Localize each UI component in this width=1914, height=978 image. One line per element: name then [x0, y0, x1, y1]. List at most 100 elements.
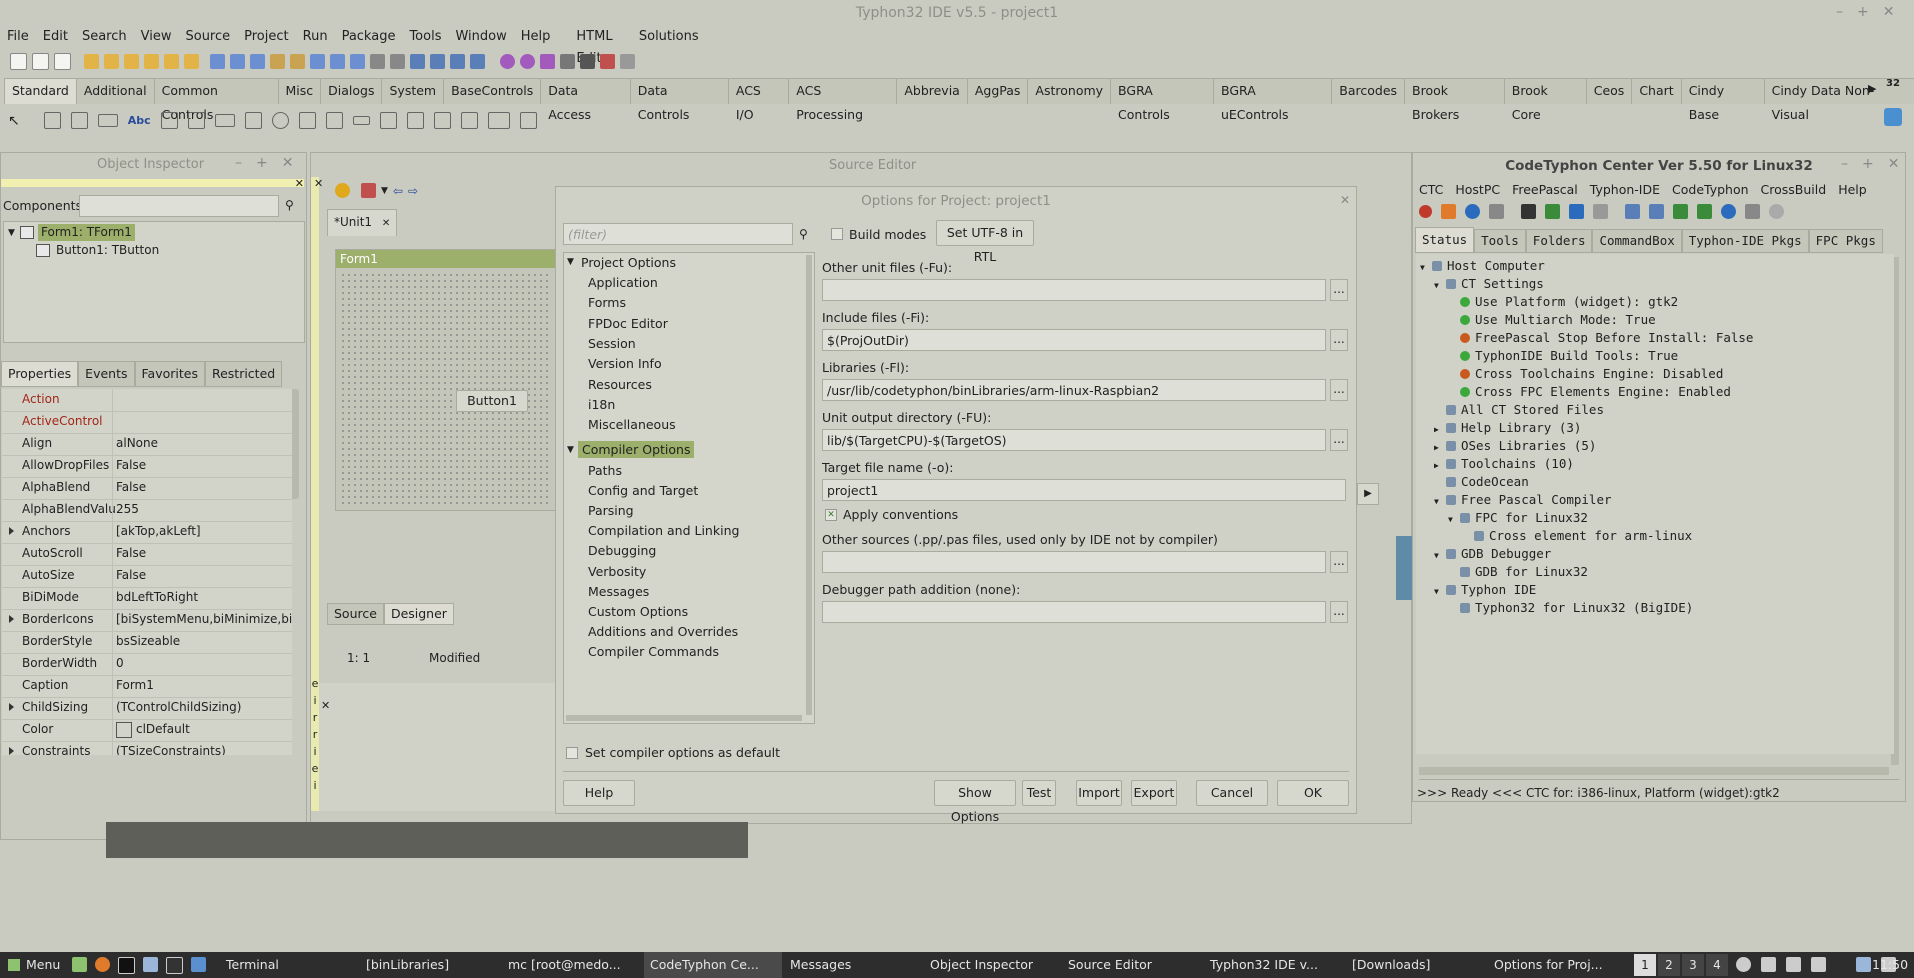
tab-events[interactable]: Events	[78, 361, 135, 387]
browse-button[interactable]: ...	[1330, 279, 1348, 301]
tree-scrollbar[interactable]	[806, 255, 812, 715]
ct-tree-item[interactable]: ▶ Help Library (3)	[1434, 420, 1581, 435]
tree-item-project[interactable]: Forms	[588, 295, 626, 310]
codetyphon-icon[interactable]	[191, 957, 206, 972]
settings-icon[interactable]	[1489, 204, 1504, 219]
ct-tree-item[interactable]: GDB for Linux32	[1448, 564, 1588, 579]
tab-favorites[interactable]: Favorites	[134, 361, 205, 387]
tree-item-compiler[interactable]: Messages	[588, 584, 649, 599]
palette-tab[interactable]: BGRA Controls	[1110, 78, 1214, 122]
ct-tree-item[interactable]: TyphonIDE Build Tools: True	[1448, 348, 1678, 363]
unit-output-input[interactable]: lib/$(TargetCPU)-$(TargetOS)	[822, 429, 1326, 451]
property-row[interactable]: BorderIcons [biSystemMenu,biMinimize,biM	[2, 609, 292, 632]
property-row[interactable]: Color clDefault	[2, 719, 292, 742]
tree-item-compiler[interactable]: Additions and Overrides	[588, 624, 738, 639]
palette-tab[interactable]: Chart	[1631, 78, 1682, 104]
step-out-icon[interactable]	[620, 54, 635, 69]
listbox-icon[interactable]	[298, 112, 316, 129]
palette-tab[interactable]: Brook Core	[1503, 78, 1587, 122]
actionlist-icon[interactable]	[519, 112, 537, 129]
test-button[interactable]: Test	[1022, 780, 1056, 806]
groupbox-icon[interactable]	[379, 112, 397, 129]
build-modes-checkbox[interactable]	[831, 228, 843, 240]
tree-item-project[interactable]: Application	[588, 275, 658, 290]
frame-icon[interactable]	[487, 112, 510, 129]
tree-item-compiler[interactable]: Parsing	[588, 503, 634, 518]
menu-solutions[interactable]: Solutions	[632, 26, 706, 48]
palette-tab[interactable]: ACS Processing	[788, 78, 898, 122]
files-icon[interactable]	[143, 957, 158, 972]
property-row[interactable]: BiDiMode bdLeftToRight	[2, 587, 292, 610]
tree-item-compiler[interactable]: Verbosity	[588, 564, 646, 579]
ct-tree-item[interactable]: ▼ Free Pascal Compiler	[1434, 492, 1612, 507]
libraries-input[interactable]: /usr/lib/codetyphon/binLibraries/arm-lin…	[822, 379, 1326, 401]
download-icon[interactable]	[1884, 108, 1902, 126]
new-package-icon[interactable]	[450, 54, 465, 69]
link-icon[interactable]	[1745, 204, 1760, 219]
property-value[interactable]: (TSizeConstraints)	[116, 744, 226, 755]
property-value[interactable]: [akTop,akLeft]	[116, 524, 201, 538]
property-value[interactable]: alNone	[116, 436, 158, 450]
property-row[interactable]: Anchors [akTop,akLeft]	[2, 521, 292, 544]
tree-item-project[interactable]: Version Info	[588, 356, 662, 371]
palette-tab[interactable]: Abbrevia	[896, 78, 968, 104]
palette-tab[interactable]: Misc	[277, 78, 322, 104]
expand-icon[interactable]	[9, 703, 14, 711]
ct-tab-status[interactable]: Status	[1415, 227, 1475, 253]
task-terminal[interactable]: Terminal	[226, 952, 279, 978]
property-value[interactable]: False	[116, 546, 146, 560]
palette-tab[interactable]: AggPas	[966, 78, 1029, 104]
firefox-icon[interactable]	[95, 957, 110, 972]
tree-item-project[interactable]: i18n	[588, 397, 615, 412]
property-value[interactable]: Form1	[116, 678, 154, 692]
ct-tree-item[interactable]: ▼ Typhon IDE	[1434, 582, 1536, 597]
refresh-icon[interactable]	[1569, 204, 1584, 219]
clipboard-icon[interactable]	[1811, 957, 1826, 972]
minimize-icon[interactable]: –	[1841, 156, 1848, 172]
ct-tree-item[interactable]: All CT Stored Files	[1434, 402, 1604, 417]
chevron-down-icon[interactable]: ▼	[381, 186, 388, 196]
property-value[interactable]: bsSizeable	[116, 634, 180, 648]
download-icon[interactable]	[1441, 204, 1456, 219]
property-row[interactable]: AlphaBlendValu 255	[2, 499, 292, 522]
project-inspector-icon[interactable]	[370, 54, 385, 69]
property-row[interactable]: AllowDropFiles False	[2, 455, 292, 478]
palette-tab[interactable]: Astronomy	[1027, 78, 1112, 104]
scrollbar-icon[interactable]	[352, 116, 370, 125]
combobox-icon[interactable]	[325, 112, 343, 129]
expand-icon[interactable]	[9, 615, 14, 623]
install-icon[interactable]	[1545, 204, 1560, 219]
new-unit-icon[interactable]	[54, 53, 71, 70]
help-button[interactable]: Help	[563, 780, 635, 806]
filter-icon[interactable]: ⚲	[285, 198, 294, 212]
ct-tree-item[interactable]: Cross element for arm-linux	[1462, 528, 1692, 543]
hand-icon[interactable]	[335, 183, 350, 198]
workspace-4[interactable]: 4	[1706, 954, 1728, 976]
collapse-icon[interactable]: ▼	[1420, 263, 1428, 272]
ct-tree-item[interactable]: ▼ FPC for Linux32	[1448, 510, 1588, 525]
panel-icon[interactable]	[460, 112, 478, 129]
back-icon[interactable]: ⇦	[393, 184, 403, 198]
pointer-icon[interactable]: ↖	[8, 113, 20, 129]
task-source-editor[interactable]: Source Editor	[1068, 952, 1152, 978]
menu-search[interactable]: Search	[75, 26, 134, 48]
ct-tree-item[interactable]: ▶ Toolchains (10)	[1434, 456, 1574, 471]
terminal-icon[interactable]	[1521, 204, 1536, 219]
palette-tab[interactable]: Common Controls	[153, 78, 279, 122]
palette-tab[interactable]: Cindy Base	[1680, 78, 1765, 122]
save-icon[interactable]	[210, 54, 225, 69]
task-mc[interactable]: mc [root@medo...	[508, 952, 621, 978]
ct-tab-tools[interactable]: Tools	[1474, 229, 1526, 253]
maximize-icon[interactable]: +	[1857, 4, 1869, 20]
workspace-2[interactable]: 2	[1658, 954, 1680, 976]
task-downloads[interactable]: [Downloads]	[1352, 952, 1430, 978]
tools-icon[interactable]	[1593, 204, 1608, 219]
components-filter-input[interactable]	[79, 195, 279, 217]
filter-icon[interactable]: ⚲	[799, 227, 808, 241]
collapse-icon[interactable]: ▼	[567, 257, 574, 267]
forward-icon[interactable]: ⇨	[408, 184, 418, 198]
property-value[interactable]: (TControlChildSizing)	[116, 700, 241, 714]
menu-edit[interactable]: Edit	[36, 26, 75, 48]
property-value[interactable]: False	[116, 458, 146, 472]
task-messages[interactable]: Messages	[790, 952, 851, 978]
